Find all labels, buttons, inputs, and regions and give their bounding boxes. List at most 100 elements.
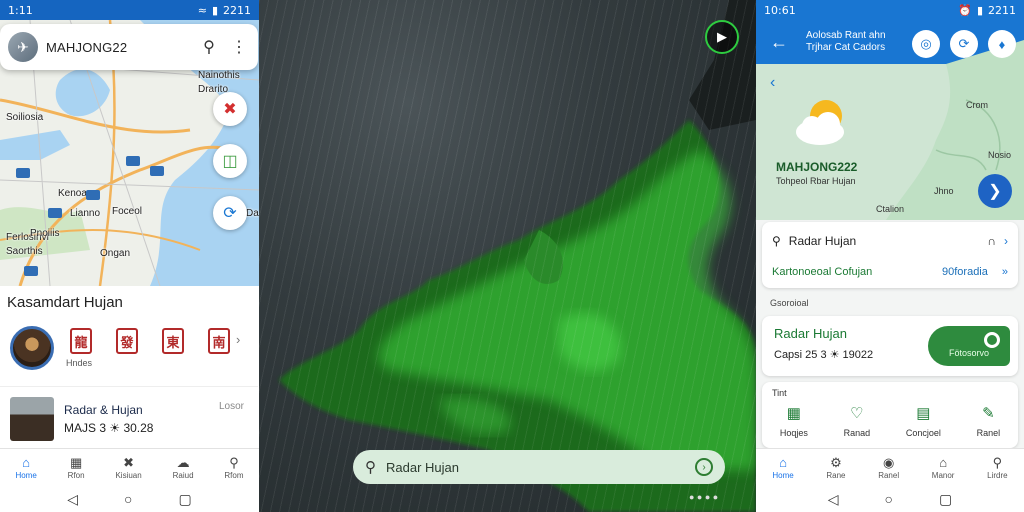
radar-status-card[interactable]: Radar Hujan Capsi 25 3 ☀ 19022 Fötosorvo [762,316,1018,376]
quick-action[interactable]: ✎ Ranel [977,404,1001,438]
toggle-ring-icon [984,332,1000,348]
chat-icon: ✎ [982,405,995,422]
tab-label: Ranel [878,470,900,480]
header-title: Aolosab Rant ahn Trjhar Cat Cadors [806,30,886,54]
status-toggle-pill[interactable]: Fötosorvo [928,326,1010,366]
card-thumbnail [10,397,54,441]
highway-shield-icon [86,190,100,200]
back-nav-icon[interactable]: ◁ [828,491,839,508]
back-arrow-icon[interactable]: ← [770,32,788,53]
recents-nav-icon[interactable]: ▢ [939,491,952,508]
battery-level: 2211 [988,3,1016,17]
home-nav-icon[interactable]: ○ [124,491,132,507]
highway-shield-icon [150,166,164,176]
tab-radar[interactable]: ▦ Rfon [68,456,85,480]
tab-home[interactable]: ⌂ Home [772,456,793,480]
refresh-button[interactable]: ⟳ [950,30,978,58]
tab-radar[interactable]: ◉ Ranel [878,456,899,480]
tab-label: Home [15,470,37,480]
mahjong-tile[interactable]: 東 [162,328,184,354]
highway-shield-icon [16,168,30,178]
tab-search[interactable]: ⚲ Lirdre [987,456,1007,480]
chevron-right-icon[interactable]: › [236,332,240,347]
map-label: Ongan [100,248,131,259]
tab-rain[interactable]: ⚙ Rane [826,456,845,480]
tab-tools[interactable]: ✖ Kisiuan [115,456,141,480]
tab-label: Kisiuan [115,470,142,480]
search-icon: ⚲ [229,454,239,470]
signal-icon: ▮ [976,3,983,17]
partly-cloudy-icon [796,100,844,145]
map-label: Soiliosia [6,112,44,123]
refresh-button[interactable]: ⟳ [213,196,247,230]
system-nav-bar: ◁ ○ ▢ [0,486,259,512]
map-label: Jhno [934,186,954,196]
card-more-link[interactable]: Losor [219,401,244,412]
quick-actions-header: Tint [772,388,787,398]
avatar[interactable] [10,326,54,370]
chevron-left-icon[interactable]: ‹ [770,74,775,92]
mahjong-tile[interactable]: 龍 [70,328,92,354]
tab-menu[interactable]: ⌂ Manor [932,456,955,480]
next-button[interactable]: ❯ [978,174,1012,208]
tab-label: Rfon [67,470,85,480]
app-search-card[interactable]: ✈ MAHJONG22 ⚲ ⋮ [0,24,258,70]
tab-label: Rfom [224,470,244,480]
radar-map-screen[interactable]: ▶ ⚲ Radar Hujan › ● ● ● ● [259,0,756,512]
wifi-icon: ≈ [197,3,207,17]
tab-label: Lirdre [987,470,1008,480]
quick-action[interactable]: ♡ Ranad [844,404,871,438]
sheet-title: Kasamdart Hujan [7,294,123,311]
mahjong-tile[interactable]: 南 [208,328,230,354]
search-icon: ⚲ [772,234,781,248]
radar-row[interactable]: ⚲ Radar Hujan ∩ › [772,234,1008,248]
radar-search-bar[interactable]: ⚲ Radar Hujan › [353,450,725,484]
mahjong-tile[interactable]: 發 [116,328,138,354]
page-indicator: ● ● ● ● [689,492,719,502]
tab-rain[interactable]: ☁ Raiud [173,456,194,480]
map-row[interactable]: Kartonoeoal Cofujan 90foradia » [772,266,1008,278]
tab-label: Rane [826,470,846,480]
app-logo-icon: ✈ [8,32,38,62]
quick-action-label: Hoqjes [779,428,808,438]
go-arrow-icon[interactable]: › [695,458,713,476]
layers-close-button[interactable]: ✖ [213,92,247,126]
tools-icon: ✖ [123,454,135,470]
map-label: Ctalion [876,204,905,214]
tab-label: Raiud [172,470,194,480]
section-label: Gsoroioal [770,298,809,308]
recents-nav-icon[interactable]: ▢ [179,491,192,508]
map-label: Nainothis [198,70,240,81]
play-animation-button[interactable]: ▶ [705,20,739,54]
brand-title: MAHJONG222 [776,160,858,174]
card-title: Radar & Hujan [64,403,143,417]
tab-home[interactable]: ⌂ Home [15,456,36,480]
home-nav-icon[interactable]: ○ [885,491,893,507]
list-item[interactable]: Radar & Hujan MAJS 3 ☀ 30.28 Losor [0,386,258,446]
tab-label: Manor [931,470,955,480]
highway-shield-icon [24,266,38,276]
map-label: Da [246,208,259,219]
map-label: Kenoa [58,188,87,199]
header-actions: ◎ ⟳ ♦ [912,30,1016,58]
radar-search-text: Radar Hujan [386,459,459,475]
quick-action[interactable]: ▤ Concjoel [906,404,941,438]
rain-overlay [259,0,756,512]
refresh-icon: ⟳ [958,36,970,51]
notifications-button[interactable]: ♦ [988,30,1016,58]
map-label: Lianno [70,208,101,219]
highway-shield-icon [126,156,140,166]
quick-action-label: Concjoel [905,428,941,438]
map-fab-column: ✖ ◫ ⟳ [213,92,247,230]
tab-search[interactable]: ⚲ Rfom [224,456,243,480]
back-nav-icon[interactable]: ◁ [67,491,78,508]
more-vert-icon[interactable]: ⋮ [228,37,250,57]
grid-icon: ▦ [786,405,801,422]
location-button[interactable]: ◎ [912,30,940,58]
header-title-line: Aolosab Rant ahn [806,30,886,41]
quick-action[interactable]: ▦ Hoqjes [780,404,808,438]
status-bar: 1:11 ≈ ▮ 2211 [0,0,259,20]
layers-button[interactable]: ◫ [213,144,247,178]
map-row-value: 90foradia [942,266,988,278]
search-icon[interactable]: ⚲ [198,37,220,57]
